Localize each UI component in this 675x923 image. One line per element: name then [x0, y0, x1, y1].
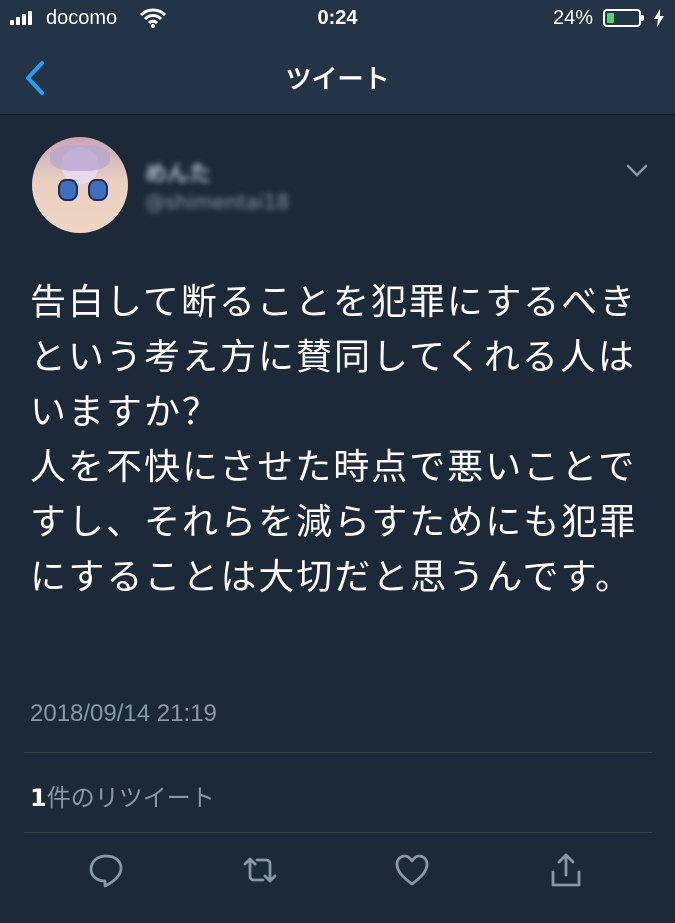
tweet-timestamp: 2018/09/14 21:19: [30, 700, 217, 727]
charging-icon: [654, 9, 664, 27]
status-bar: docomo 0:24 24%: [0, 0, 675, 40]
chevron-down-icon[interactable]: [626, 163, 648, 179]
page-title: ツイート: [285, 65, 390, 95]
retweet-count-row[interactable]: 1件のリツイート: [30, 778, 215, 813]
divider: [24, 752, 652, 753]
battery-icon: [603, 9, 644, 27]
share-icon[interactable]: [548, 852, 584, 888]
author-name[interactable]: めんた: [145, 156, 211, 188]
tweet-text: 告白して断ることを犯罪にするべきという考え方に賛同してくれる人はいますか？ 人を…: [30, 282, 638, 598]
like-icon[interactable]: [394, 852, 430, 888]
reply-icon[interactable]: [88, 852, 124, 888]
retweet-count: 1: [30, 784, 47, 812]
battery-fill: [607, 13, 614, 23]
retweet-icon[interactable]: [242, 852, 278, 888]
author-handle[interactable]: @shimentai18: [145, 190, 289, 214]
retweet-count-label: 件のリツイート: [46, 784, 215, 812]
avatar[interactable]: [32, 137, 128, 233]
battery-percent: 24%: [553, 7, 594, 29]
divider: [24, 832, 652, 833]
nav-bar: ツイート: [0, 40, 675, 115]
